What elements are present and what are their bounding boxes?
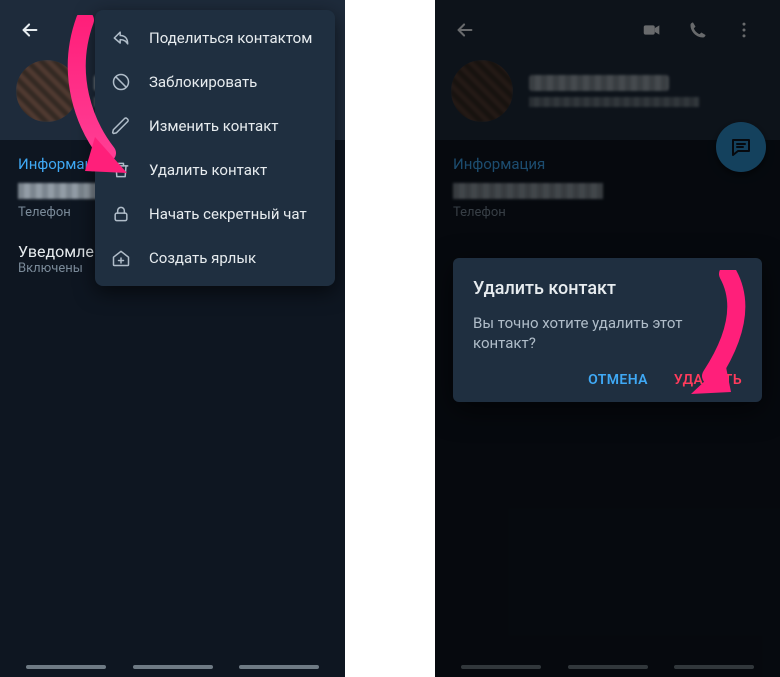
screenshot-right: Информация Телефон Удалить контакт Вы то… [435, 0, 780, 677]
block-icon [111, 72, 131, 92]
dialog-body: Вы точно хотите удалить этот контакт? [473, 313, 742, 354]
system-nav-bar [0, 665, 345, 669]
nav-pill[interactable] [133, 665, 213, 669]
menu-delete-contact[interactable]: Удалить контакт [95, 148, 335, 192]
context-menu: Поделиться контактом Заблокировать Измен… [95, 10, 335, 286]
menu-share-label: Поделиться контактом [149, 29, 312, 47]
menu-delete-label: Удалить контакт [149, 161, 267, 179]
menu-secret-label: Начать секретный чат [149, 205, 307, 223]
trash-icon [111, 160, 131, 180]
menu-shortcut-label: Создать ярлык [149, 249, 256, 267]
home-plus-icon [111, 248, 131, 268]
menu-secret-chat[interactable]: Начать секретный чат [95, 192, 335, 236]
dialog-title: Удалить контакт [473, 278, 742, 299]
screenshot-left: Информация Телефон Уведомления Включены … [0, 0, 345, 677]
delete-contact-dialog: Удалить контакт Вы точно хотите удалить … [453, 258, 762, 402]
back-button[interactable] [10, 10, 50, 50]
menu-edit-contact[interactable]: Изменить контакт [95, 104, 335, 148]
menu-shortcut[interactable]: Создать ярлык [95, 236, 335, 280]
nav-pill[interactable] [26, 665, 106, 669]
delete-button[interactable]: УДАЛИТЬ [674, 372, 742, 388]
nav-pill[interactable] [239, 665, 319, 669]
pencil-icon [111, 116, 131, 136]
avatar[interactable] [16, 60, 78, 122]
lock-icon [111, 204, 131, 224]
arrow-left-icon [19, 19, 41, 41]
menu-block-label: Заблокировать [149, 73, 257, 91]
menu-edit-label: Изменить контакт [149, 117, 279, 135]
cancel-button[interactable]: ОТМЕНА [588, 372, 648, 388]
share-icon [111, 28, 131, 48]
menu-share-contact[interactable]: Поделиться контактом [95, 16, 335, 60]
menu-block[interactable]: Заблокировать [95, 60, 335, 104]
